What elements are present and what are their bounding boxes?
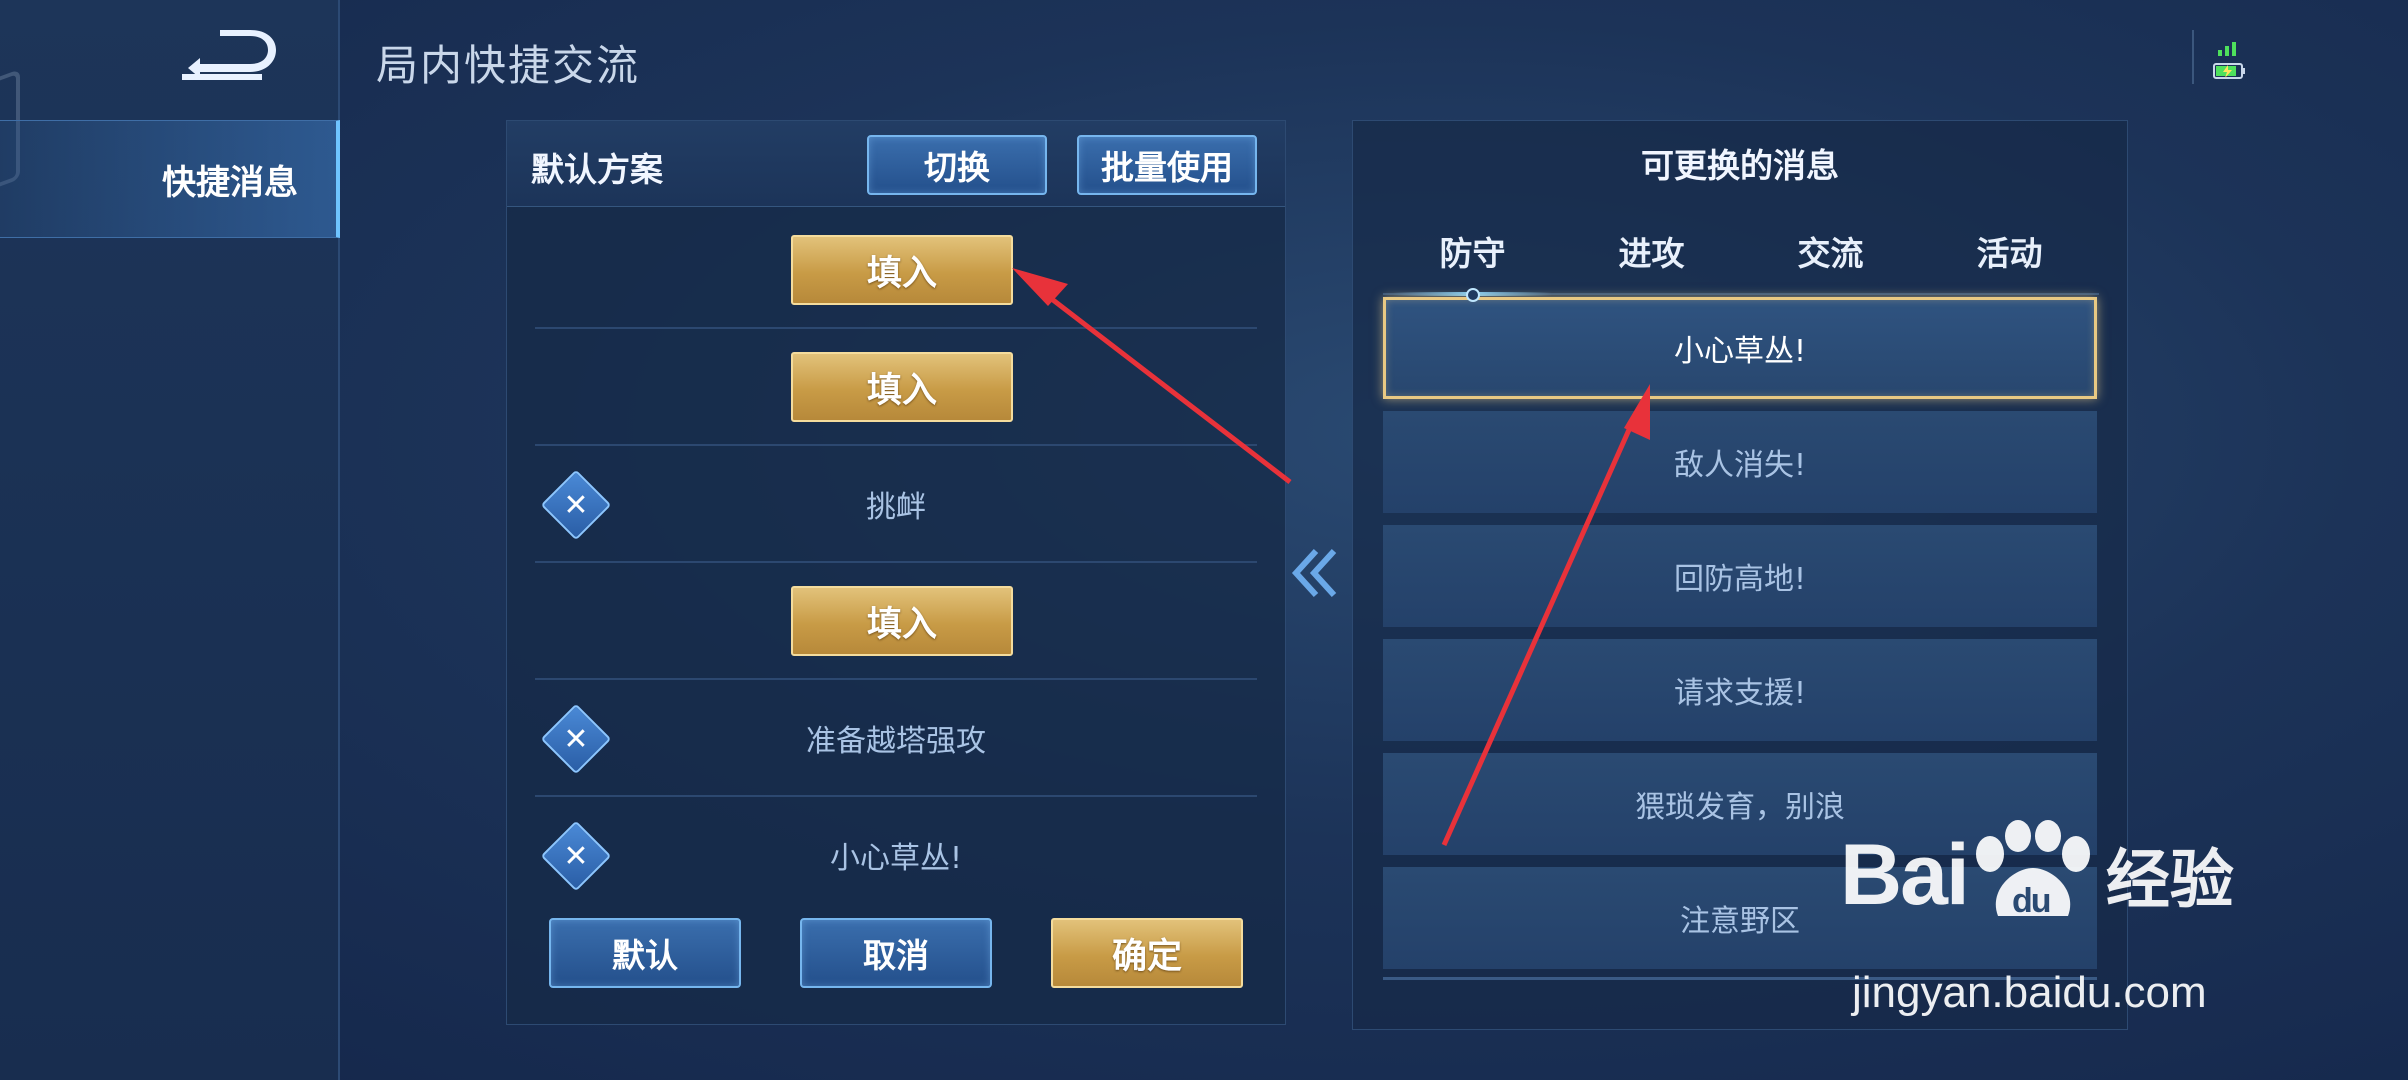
panel-header: 默认方案 切换 批量使用 [507, 121, 1285, 207]
slot-row-1: 填入 [535, 213, 1257, 329]
sidebar-item-quick-messages[interactable]: 快捷消息 [0, 120, 340, 238]
signal-icon [2218, 42, 2236, 56]
current-scheme-panel: 默认方案 切换 批量使用 填入 填入 挑衅 ✕ 填入 准备越塔强攻 ✕ 小心草丛… [506, 120, 1286, 1025]
batch-use-button[interactable]: 批量使用 [1077, 135, 1257, 195]
close-icon: ✕ [563, 487, 589, 523]
watermark-logo: Bai du 经验 [1840, 820, 2234, 930]
close-icon: ✕ [563, 721, 589, 757]
message-option[interactable]: 回防高地! [1383, 525, 2097, 627]
category-tabs: 防守 进攻 交流 活动 [1383, 213, 2099, 302]
scheme-title: 默认方案 [531, 150, 663, 189]
cancel-button[interactable]: 取消 [800, 918, 992, 988]
slot-row-2: 填入 [535, 330, 1257, 446]
confirm-button[interactable]: 确定 [1051, 918, 1243, 988]
svg-text:du: du [2012, 882, 2050, 920]
sidebar: 快捷消息 [0, 0, 340, 1080]
status-divider [2192, 30, 2194, 84]
fill-button[interactable]: 填入 [791, 352, 1013, 422]
slot-row-3: 挑衅 ✕ [535, 447, 1257, 563]
battery-charging-icon [2213, 63, 2245, 79]
paw-icon: du [1975, 820, 2090, 920]
slot-message-text: 准备越塔强攻 [806, 724, 986, 759]
sidebar-item-label: 快捷消息 [162, 162, 298, 203]
tab-attack[interactable]: 进攻 [1562, 213, 1741, 293]
slot-message-text: 挑衅 [866, 490, 926, 525]
slot-row-4: 填入 [535, 564, 1257, 680]
fill-button[interactable]: 填入 [791, 586, 1013, 656]
message-option[interactable]: 小心草丛! [1383, 297, 2097, 399]
double-chevron-left-icon[interactable] [1290, 545, 1350, 601]
default-button[interactable]: 默认 [549, 918, 741, 988]
message-option[interactable]: 请求支援! [1383, 639, 2097, 741]
message-option[interactable]: 敌人消失! [1383, 411, 2097, 513]
tab-communicate[interactable]: 交流 [1741, 213, 1920, 293]
page-title: 局内快捷交流 [376, 41, 641, 90]
baidu-jingyan-watermark: Bai du 经验 jingyan.baidu.com [1840, 820, 2280, 1020]
slot-row-5: 准备越塔强攻 ✕ [535, 681, 1257, 797]
tab-defense[interactable]: 防守 [1383, 213, 1562, 302]
watermark-url: jingyan.baidu.com [1852, 968, 2207, 1017]
slot-row-6: 小心草丛! ✕ [535, 798, 1257, 914]
fill-button[interactable]: 填入 [791, 235, 1013, 305]
slot-message-text: 小心草丛! [829, 841, 963, 876]
status-icons [2213, 42, 2245, 79]
tab-events[interactable]: 活动 [1920, 213, 2099, 293]
close-icon: ✕ [563, 838, 589, 874]
back-arrow-icon[interactable] [180, 28, 290, 84]
switch-button[interactable]: 切换 [867, 135, 1047, 195]
panel-title: 可更换的消息 [1641, 146, 1839, 185]
